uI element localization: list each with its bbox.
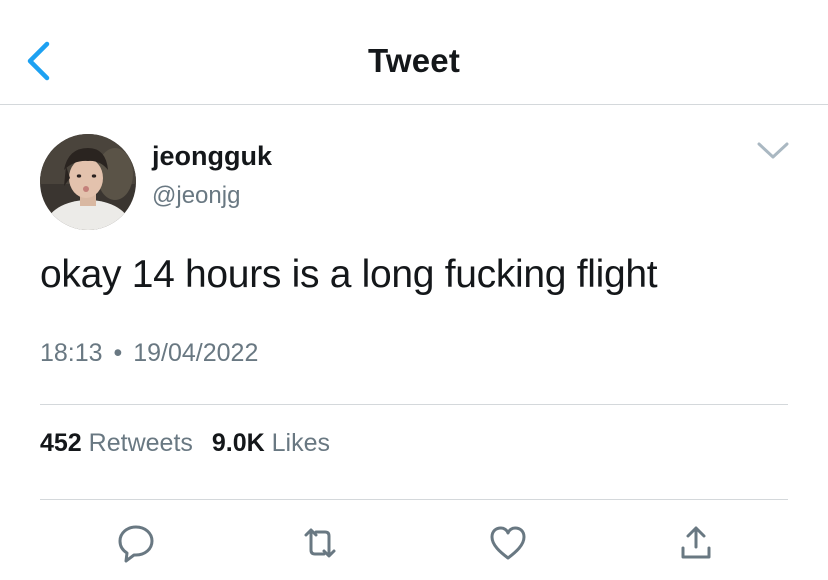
retweets-count: 452 — [40, 429, 82, 457]
share-icon[interactable] — [676, 523, 716, 563]
avatar[interactable] — [40, 134, 136, 230]
meta-separator: • — [113, 339, 123, 367]
reply-icon[interactable] — [116, 523, 156, 563]
tweet-time: 18:13 — [40, 339, 103, 367]
nav-bar: Tweet — [0, 0, 828, 105]
retweet-icon[interactable] — [300, 523, 340, 563]
user-handle[interactable]: @jeonjg — [152, 182, 240, 210]
likes-label: Likes — [271, 429, 330, 457]
retweets-stat[interactable]: 452 Retweets — [40, 429, 193, 457]
display-name[interactable]: jeongguk — [152, 141, 272, 172]
divider — [40, 499, 788, 500]
page-title: Tweet — [367, 42, 461, 79]
tweet-date: 19/04/2022 — [133, 339, 259, 367]
like-icon[interactable] — [488, 523, 528, 563]
likes-count: 9.0K — [211, 429, 265, 457]
chevron-down-icon[interactable] — [756, 140, 790, 162]
tweet-text: okay 14 hours is a long fucking flight — [40, 253, 658, 296]
engagement-stats: 452 Retweets 9.0K Likes — [40, 429, 330, 458]
tweet-timestamp: 18:13 • 19/04/2022 — [40, 339, 258, 368]
retweets-label: Retweets — [88, 429, 193, 457]
divider — [40, 404, 788, 405]
likes-stat[interactable]: 9.0K Likes — [212, 429, 330, 457]
